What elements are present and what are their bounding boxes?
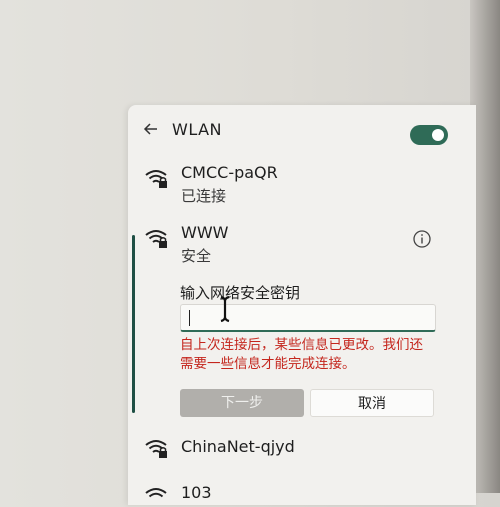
- toggle-knob: [432, 129, 444, 141]
- network-name: CMCC-paQR: [181, 163, 278, 182]
- network-name: ChinaNet-qjyd: [181, 437, 295, 456]
- text-caret: [189, 310, 190, 326]
- back-arrow-icon[interactable]: [142, 120, 160, 138]
- panel-title: WLAN: [172, 120, 223, 139]
- wifi-secured-icon: [145, 230, 167, 248]
- selection-indicator: [132, 235, 135, 413]
- info-icon[interactable]: [412, 229, 432, 249]
- error-message: 自上次连接后，某些信息已更改。我们还需要一些信息才能完成连接。: [180, 337, 423, 372]
- cancel-button[interactable]: 取消: [310, 389, 434, 417]
- wifi-secured-icon: [145, 440, 167, 458]
- wifi-secured-icon: [145, 488, 167, 498]
- password-prompt: 输入网络安全密钥: [180, 284, 301, 302]
- network-name: WWW: [181, 223, 229, 242]
- wlan-panel: WLAN CMCC-paQR 已连接 WWW 安全 输入网络安全密钥 自上次连接…: [128, 105, 476, 505]
- network-status: 已连接: [181, 187, 227, 205]
- wifi-secured-icon: [145, 170, 167, 188]
- wlan-toggle[interactable]: [410, 125, 448, 145]
- ibeam-cursor-icon: [220, 295, 230, 323]
- network-status: 安全: [181, 247, 212, 265]
- next-button[interactable]: 下一步: [180, 389, 304, 417]
